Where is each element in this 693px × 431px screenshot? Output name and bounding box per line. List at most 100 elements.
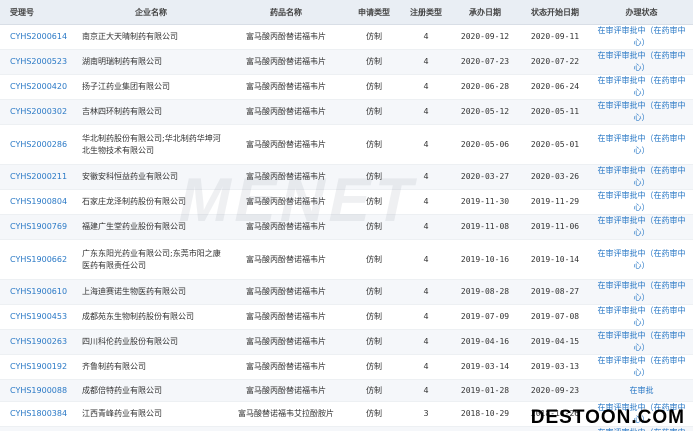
accept-no-link[interactable]: CYHS1900804: [0, 189, 76, 215]
undertake-date: 2020-09-12: [450, 24, 520, 50]
status-link[interactable]: 在审评审批中（在药审中心）: [590, 279, 693, 305]
header-undertake-date: 承办日期: [450, 0, 520, 25]
accept-no-link[interactable]: CYHS1800365: [0, 426, 76, 431]
drug-name: 富马酸丙酚替诺福韦片: [226, 379, 346, 402]
drug-name: 磷丙替诺福韦片: [226, 426, 346, 431]
reg-type: 4: [402, 239, 450, 280]
undertake-date: 2019-04-16: [450, 329, 520, 355]
accept-no-link[interactable]: CYHS1900263: [0, 329, 76, 355]
header-status: 办理状态: [590, 0, 693, 25]
status-link[interactable]: 在审评审批中（在药审中心）: [590, 189, 693, 215]
status-date: 2020-09-23: [520, 379, 590, 402]
apply-type: 仿制: [346, 99, 402, 125]
status-date: 2020-06-24: [520, 74, 590, 100]
accept-no-link[interactable]: CYHS2000614: [0, 24, 76, 50]
status-link[interactable]: 在审评审批中（在药审中心）: [590, 329, 693, 355]
accept-no-link[interactable]: CYHS2000523: [0, 49, 76, 75]
apply-type: 仿制: [346, 354, 402, 380]
company-name: 上海迪赛诺生物医药有限公司: [76, 279, 226, 305]
status-link[interactable]: 在审评审批中（在药审中心）: [590, 304, 693, 330]
accept-no-link[interactable]: CYHS1900769: [0, 214, 76, 240]
drug-name: 富马酸丙酚替诺福韦片: [226, 164, 346, 190]
company-name: 石家庄龙泽制药股份有限公司: [76, 189, 226, 215]
undertake-date: 2019-11-30: [450, 189, 520, 215]
apply-type: 仿制: [346, 401, 402, 427]
table-row[interactable]: CYHS1900769 福建广生堂药业股份有限公司 富马酸丙酚替诺福韦片 仿制 4 201…: [0, 214, 693, 240]
reg-type: 4: [402, 214, 450, 240]
drug-name: 富马酸丙酚替诺福韦片: [226, 189, 346, 215]
company-name: 正大天晴药业集团股份有限公司: [76, 426, 226, 431]
status-link[interactable]: 在审评审批中（在药审中心）: [590, 49, 693, 75]
header-accept-no: 受理号: [0, 0, 76, 25]
header-reg-type: 注册类型: [402, 0, 450, 25]
reg-type: 4: [402, 189, 450, 215]
table-row[interactable]: CYHS1900453 成都苑东生物制药股份有限公司 富马酸丙酚替诺福韦片 仿制 4 20…: [0, 304, 693, 330]
status-date: 2019-04-15: [520, 329, 590, 355]
reg-type: 4: [402, 24, 450, 50]
table-row[interactable]: CYHS2000302 吉林四环制药有限公司 富马酸丙酚替诺福韦片 仿制 4 2020-0…: [0, 99, 693, 125]
status-link[interactable]: 在审批: [590, 379, 693, 402]
accept-no-link[interactable]: CYHS1900088: [0, 379, 76, 402]
company-name: 齐鲁制药有限公司: [76, 354, 226, 380]
company-name: 湖南明瑞制药有限公司: [76, 49, 226, 75]
apply-type: 仿制: [346, 214, 402, 240]
accept-no-link[interactable]: CYHS2000211: [0, 164, 76, 190]
status-link[interactable]: 在审评审批中（在药审中心）: [590, 124, 693, 165]
company-name: 吉林四环制药有限公司: [76, 99, 226, 125]
accept-no-link[interactable]: CYHS1900662: [0, 239, 76, 280]
status-link[interactable]: 在审评审批中（在药审中心）: [590, 24, 693, 50]
reg-type: 3: [402, 401, 450, 427]
table-row[interactable]: CYHS2000286 华北制药股份有限公司;华北制药华坤河北生物技术有限公司 富马…: [0, 124, 693, 165]
table-row[interactable]: CYHS2000614 南京正大天晴制药有限公司 富马酸丙酚替诺福韦片 仿制 4 2020…: [0, 24, 693, 50]
table-header-row: 受理号 企业名称 药品名称 申请类型 注册类型 承办日期 状态开始日期 办理状态: [0, 0, 693, 25]
accept-no-link[interactable]: CYHS2000302: [0, 99, 76, 125]
drug-name: 富马酸丙酚替诺福韦片: [226, 214, 346, 240]
table-row[interactable]: CYHS2000420 扬子江药业集团有限公司 富马酸丙酚替诺福韦片 仿制 4 2020-…: [0, 74, 693, 100]
reg-type: 3: [402, 426, 450, 431]
header-company: 企业名称: [76, 0, 226, 25]
drug-name: 富马酸丙酚替诺福韦片: [226, 239, 346, 280]
company-name: 安徽安科恒益药业有限公司: [76, 164, 226, 190]
status-date: 2019-07-08: [520, 304, 590, 330]
status-link[interactable]: 在审评审批中（在药审中心）: [590, 239, 693, 280]
table-row[interactable]: CYHS1900088 成都倍特药业有限公司 富马酸丙酚替诺福韦片 仿制 4 2019-0…: [0, 379, 693, 402]
status-date: 2020-05-01: [520, 124, 590, 165]
accept-no-link[interactable]: CYHS1800384: [0, 401, 76, 427]
status-link[interactable]: 在审评审批中（在药审中心）: [590, 164, 693, 190]
undertake-date: 2020-03-27: [450, 164, 520, 190]
status-date: 2020-03-26: [520, 164, 590, 190]
undertake-date: 2019-07-09: [450, 304, 520, 330]
status-link[interactable]: 在审评审批中（在药审中心）: [590, 354, 693, 380]
table-row[interactable]: CYHS1900263 四川科伦药业股份有限公司 富马酸丙酚替诺福韦片 仿制 4 2019…: [0, 329, 693, 355]
undertake-date: 2018-10-22: [450, 426, 520, 431]
accept-no-link[interactable]: CYHS1900453: [0, 304, 76, 330]
reg-type: 4: [402, 164, 450, 190]
apply-type: 仿制: [346, 124, 402, 165]
status-link[interactable]: 在审评审批中（在药审中心）: [590, 99, 693, 125]
status-link[interactable]: 在审评审批中（在药审中心）: [590, 214, 693, 240]
apply-type: 仿制: [346, 426, 402, 431]
table-row[interactable]: CYHS1900662 广东东阳光药业有限公司;东莞市阳之康医药有限责任公司 富马酸…: [0, 239, 693, 280]
undertake-date: 2020-05-12: [450, 99, 520, 125]
reg-type: 4: [402, 124, 450, 165]
reg-type: 4: [402, 304, 450, 330]
table-row[interactable]: CYHS1900610 上海迪赛诺生物医药有限公司 富马酸丙酚替诺福韦片 仿制 4 201…: [0, 279, 693, 305]
accept-no-link[interactable]: CYHS2000286: [0, 124, 76, 165]
accept-no-link[interactable]: CYHS2000420: [0, 74, 76, 100]
table-row[interactable]: CYHS2000211 安徽安科恒益药业有限公司 富马酸丙酚替诺福韦片 仿制 4 2020…: [0, 164, 693, 190]
table-row[interactable]: CYHS2000523 湖南明瑞制药有限公司 富马酸丙酚替诺福韦片 仿制 4 2020-0…: [0, 49, 693, 75]
accept-no-link[interactable]: CYHS1900610: [0, 279, 76, 305]
status-date: 2019-11-29: [520, 189, 590, 215]
table-row[interactable]: CYHS1900804 石家庄龙泽制药股份有限公司 富马酸丙酚替诺福韦片 仿制 4 201…: [0, 189, 693, 215]
undertake-date: 2020-06-28: [450, 74, 520, 100]
drug-name: 富马酸丙酚替诺福韦片: [226, 24, 346, 50]
table-row[interactable]: CYHS1900192 齐鲁制药有限公司 富马酸丙酚替诺福韦片 仿制 4 2019-03-…: [0, 354, 693, 380]
site-logo: DESTOON.COM: [531, 407, 685, 429]
apply-type: 仿制: [346, 279, 402, 305]
status-date: 2020-09-11: [520, 24, 590, 50]
undertake-date: 2019-08-28: [450, 279, 520, 305]
accept-no-link[interactable]: CYHS1900192: [0, 354, 76, 380]
status-link[interactable]: 在审评审批中（在药审中心）: [590, 74, 693, 100]
undertake-date: 2020-07-23: [450, 49, 520, 75]
drug-name: 富马酸丙酚替诺福韦片: [226, 99, 346, 125]
